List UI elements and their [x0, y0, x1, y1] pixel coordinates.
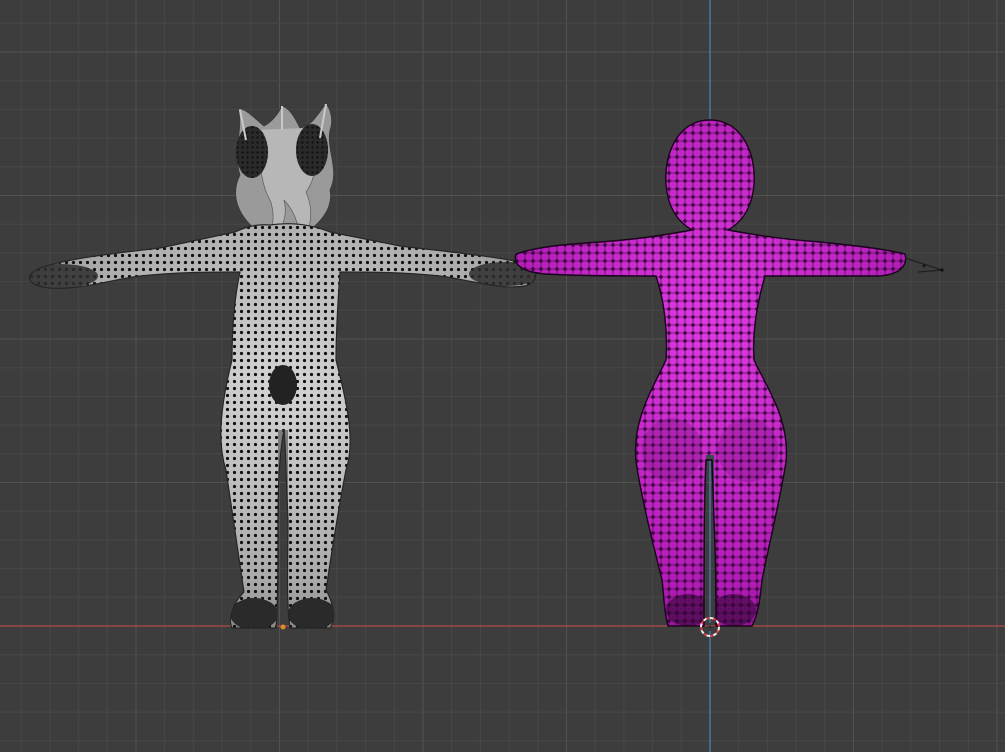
hair-ears-detail: [235, 103, 334, 243]
object-origin-icon: [280, 624, 286, 630]
3d-viewport[interactable]: [0, 0, 1005, 752]
viewport-canvas[interactable]: [0, 0, 1005, 752]
viewport-background: [0, 0, 1005, 752]
